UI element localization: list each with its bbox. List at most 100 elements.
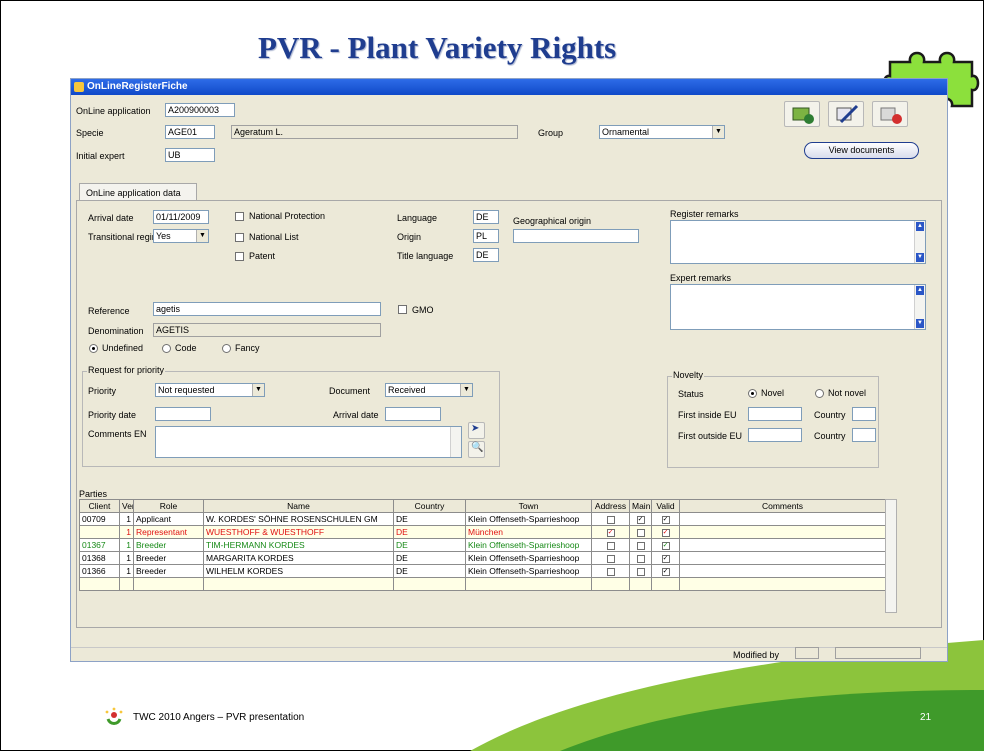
table-cell-vers[interactable]: 1	[119, 564, 134, 578]
table-cell-main[interactable]: ✓	[629, 512, 652, 526]
document-select[interactable]: Received ▼	[385, 383, 473, 397]
table-cell-valid[interactable]: ✓	[651, 564, 680, 578]
address-checkbox[interactable]	[606, 515, 615, 524]
table-cell-name[interactable]: WILHELM KORDES	[203, 564, 394, 578]
country-inside-field[interactable]	[852, 407, 876, 421]
scroll-down-icon[interactable]: ▼	[916, 319, 924, 328]
main-checkbox[interactable]	[636, 554, 645, 563]
table-cell-comments[interactable]	[679, 577, 886, 591]
table-cell-client[interactable]: 00709	[79, 512, 120, 526]
table-cell-valid[interactable]: ✓	[651, 512, 680, 526]
table-cell-vers[interactable]: 1	[119, 525, 134, 539]
valid-checkbox[interactable]: ✓	[661, 515, 670, 524]
address-checkbox[interactable]	[606, 554, 615, 563]
denomination-fancy-radio[interactable]	[222, 344, 231, 353]
table-cell-role[interactable]: Representant	[133, 525, 204, 539]
column-header[interactable]: Comments	[679, 499, 886, 513]
table-cell-address[interactable]	[591, 512, 630, 526]
table-cell-country[interactable]: DE	[393, 538, 466, 552]
first-outside-eu-field[interactable]	[748, 428, 802, 442]
table-cell-country[interactable]: DE	[393, 564, 466, 578]
expert-remarks-field[interactable]: ▲ ▼	[670, 284, 926, 330]
table-cell-role[interactable]: Breeder	[133, 538, 204, 552]
tab-online-application-data[interactable]: OnLine application data	[79, 183, 197, 201]
table-cell-town[interactable]: Klein Offenseth-Sparrieshoop	[465, 538, 592, 552]
table-cell-role[interactable]: Breeder	[133, 551, 204, 565]
novel-radio[interactable]	[748, 389, 757, 398]
window-titlebar[interactable]: OnLineRegisterFiche	[71, 79, 947, 95]
register-remarks-field[interactable]: ▲ ▼	[670, 220, 926, 264]
table-cell-address[interactable]	[591, 551, 630, 565]
table-cell-name[interactable]: TIM-HERMANN KORDES	[203, 538, 394, 552]
address-checkbox[interactable]: ✓	[606, 528, 615, 537]
table-cell-comments[interactable]	[679, 564, 886, 578]
address-checkbox[interactable]	[606, 541, 615, 550]
country-outside-field[interactable]	[852, 428, 876, 442]
scroll-up-icon[interactable]: ▲	[916, 286, 924, 295]
table-cell-role[interactable]: Applicant	[133, 512, 204, 526]
table-cell-main[interactable]	[629, 551, 652, 565]
table-cell-vers[interactable]	[119, 577, 134, 591]
priority-arrival-date-field[interactable]	[385, 407, 441, 421]
national-list-checkbox[interactable]	[235, 233, 244, 242]
table-cell-vers[interactable]: 1	[119, 512, 134, 526]
priority-date-field[interactable]	[155, 407, 211, 421]
not-novel-radio[interactable]	[815, 389, 824, 398]
table-cell-client[interactable]: 01368	[79, 551, 120, 565]
reference-field[interactable]: agetis	[153, 302, 381, 316]
valid-checkbox[interactable]: ✓	[661, 528, 670, 537]
table-cell-town[interactable]: Klein Offenseth-Sparrieshoop	[465, 512, 592, 526]
table-cell-address[interactable]	[591, 564, 630, 578]
table-cell-country[interactable]	[393, 577, 466, 591]
table-cell-vers[interactable]: 1	[119, 538, 134, 552]
column-header[interactable]: Main	[629, 499, 652, 513]
table-cell-main[interactable]	[629, 538, 652, 552]
table-cell-name[interactable]: MARGARITA KORDES	[203, 551, 394, 565]
table-row[interactable]: 01368 1 Breeder MARGARITA KORDES DE Klein Off…	[79, 551, 886, 565]
delete-button[interactable]	[872, 101, 908, 127]
patent-checkbox[interactable]	[235, 252, 244, 261]
initial-expert-field[interactable]: UB	[165, 148, 215, 162]
table-cell-valid[interactable]: ✓	[651, 551, 680, 565]
denomination-undefined-radio[interactable]	[89, 344, 98, 353]
gmo-checkbox[interactable]	[398, 305, 407, 314]
table-cell-client[interactable]: 01366	[79, 564, 120, 578]
table-row[interactable]: 00709 1 Applicant W. KORDES' SÖHNE ROSENSCH…	[79, 512, 886, 526]
table-cell-town[interactable]: Klein Offenseth-Sparrieshoop	[465, 564, 592, 578]
edit-button[interactable]	[828, 101, 864, 127]
table-cell-name[interactable]: WUESTHOFF & WUESTHOFF	[203, 525, 394, 539]
table-cell-vers[interactable]: 1	[119, 551, 134, 565]
table-cell-client[interactable]	[79, 525, 120, 539]
view-documents-button[interactable]: View documents	[804, 142, 919, 159]
table-cell-name[interactable]: W. KORDES' SÖHNE ROSENSCHULEN GM	[203, 512, 394, 526]
table-cell-main[interactable]	[629, 564, 652, 578]
valid-checkbox[interactable]: ✓	[661, 541, 670, 550]
denomination-code-radio[interactable]	[162, 344, 171, 353]
valid-checkbox[interactable]: ✓	[661, 567, 670, 576]
validate-button[interactable]	[784, 101, 820, 127]
table-cell-country[interactable]: DE	[393, 512, 466, 526]
pick-button[interactable]: ➤	[468, 422, 485, 439]
group-select[interactable]: Ornamental ▼	[599, 125, 725, 139]
table-cell-role[interactable]	[133, 577, 204, 591]
scroll-up-icon[interactable]: ▲	[916, 222, 924, 231]
scroll-down-icon[interactable]: ▼	[916, 253, 924, 262]
table-cell-comments[interactable]	[679, 551, 886, 565]
priority-select[interactable]: Not requested ▼	[155, 383, 265, 397]
table-cell-role[interactable]: Breeder	[133, 564, 204, 578]
title-language-field[interactable]: DE	[473, 248, 499, 262]
arrival-date-field[interactable]: 01/11/2009	[153, 210, 209, 224]
expert-remarks-scrollbar[interactable]: ▲ ▼	[914, 285, 925, 329]
column-header[interactable]: Role	[133, 499, 204, 513]
first-inside-eu-field[interactable]	[748, 407, 802, 421]
main-checkbox[interactable]	[636, 528, 645, 537]
table-cell-address[interactable]: ✓	[591, 525, 630, 539]
language-field[interactable]: DE	[473, 210, 499, 224]
main-checkbox[interactable]	[636, 567, 645, 576]
column-header[interactable]: Name	[203, 499, 394, 513]
table-cell-client[interactable]	[79, 577, 120, 591]
table-cell-country[interactable]: DE	[393, 525, 466, 539]
main-checkbox[interactable]	[636, 541, 645, 550]
column-header[interactable]: Country	[393, 499, 466, 513]
table-row[interactable]: 01367 1 Breeder TIM-HERMANN KORDES DE Klein O…	[79, 538, 886, 552]
